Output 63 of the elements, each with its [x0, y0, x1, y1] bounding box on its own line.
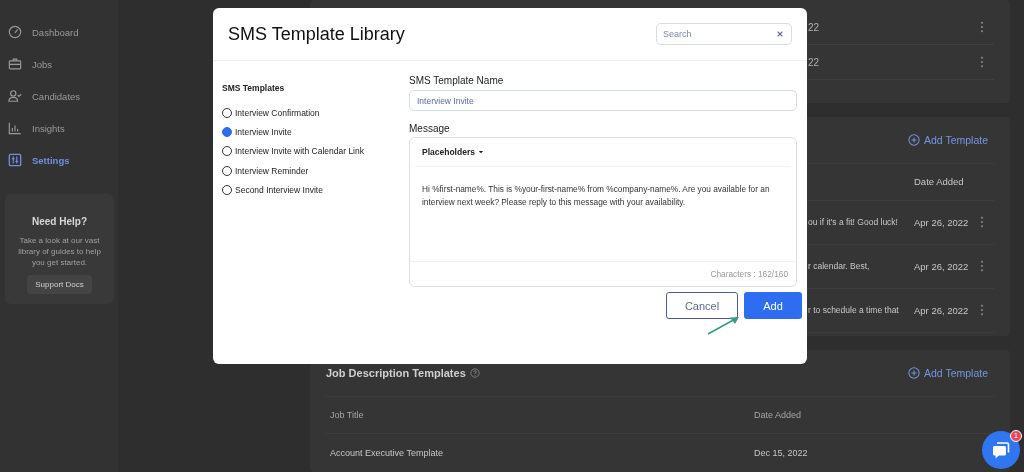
nav-item[interactable]: Jobs: [0, 48, 59, 80]
column-header: Date Added: [754, 410, 802, 420]
table-cell-text: Apr 26, 2022: [914, 260, 970, 272]
section-title: Job Description Templates: [326, 367, 466, 379]
option-label: Interview Confirmation: [235, 107, 320, 118]
nav-item[interactable]: Dashboard: [0, 16, 85, 48]
field-label: SMS Template Name: [409, 75, 505, 86]
column-header: Job Title: [330, 410, 364, 420]
chat-bubble-icon: [991, 440, 1011, 460]
add-template-button[interactable]: Add Template: [908, 367, 994, 379]
message-field[interactable]: Placeholders Hi %first-name%. This is %your-first-name% from %company-name%. Are you available for an interview next week? Please reply to this message with your availability. Characters : 162/160: [409, 137, 797, 287]
template-option[interactable]: Interview Reminder: [222, 160, 409, 181]
add-button[interactable]: Add: [744, 292, 802, 319]
more-icon[interactable]: [980, 304, 984, 317]
plus-circle-icon: [908, 133, 920, 146]
search-field[interactable]: Search: [656, 23, 792, 45]
table-cell-text: Apr 26, 2022: [914, 304, 970, 316]
table-cell: Dec 15, 2022: [754, 448, 808, 458]
template-option[interactable]: Interview Invite with Calendar Link: [222, 141, 409, 161]
name-input-field[interactable]: Interview Invite: [409, 90, 797, 111]
character-count: Characters : 162/160: [710, 269, 788, 279]
nav-item[interactable]: Settings: [0, 144, 76, 176]
nav-item[interactable]: Candidates: [0, 80, 87, 112]
table-cell: Account Executive Template: [330, 448, 443, 458]
option-label: Interview Reminder: [235, 165, 309, 176]
bar-chart-icon: [8, 121, 22, 135]
briefcase-icon: [8, 57, 22, 71]
column-header: Date Added: [914, 176, 965, 188]
field-label: Message: [409, 123, 451, 134]
table-cell-text: Apr 26, 2022: [914, 216, 970, 228]
radio-button[interactable]: [222, 126, 232, 137]
pointer-arrow: [706, 314, 742, 336]
user-check-icon: [8, 89, 22, 103]
help-title: Need Help?: [31, 216, 88, 227]
message-text: Hi %first-name%. This is %your-first-name% from %company-name%. Are you available for an interview next week? Please reply to this message with your availability.: [421, 183, 771, 209]
dialog-title: SMS Template Library: [228, 23, 405, 45]
more-icon[interactable]: [980, 21, 984, 33]
caret-icon: [477, 150, 484, 154]
more-icon[interactable]: [980, 216, 984, 229]
table-cell: r calendar. Best,: [808, 261, 870, 272]
gauge-icon: [8, 25, 22, 39]
list-title: SMS Templates: [222, 83, 286, 93]
support-docs-button[interactable]: Support Docs: [27, 275, 92, 294]
placeholders-dropdown[interactable]: Placeholders: [415, 147, 484, 157]
option-label: Interview Invite with Calendar Link: [235, 146, 364, 157]
plus-circle-icon: [908, 367, 920, 379]
nav-item[interactable]: Insights: [0, 112, 71, 144]
sliders-icon: [8, 153, 22, 167]
add-template-button[interactable]: Add Template: [908, 133, 994, 146]
template-option[interactable]: Second Interview Invite: [222, 180, 409, 200]
more-icon[interactable]: [980, 260, 984, 273]
cancel-button[interactable]: Cancel: [666, 292, 738, 319]
close-icon[interactable]: [776, 30, 784, 38]
option-label: Second Interview Invite: [235, 184, 323, 195]
template-option[interactable]: Interview Confirmation: [222, 103, 409, 123]
table-cell: ou if it's a fit! Good luck!: [808, 217, 898, 228]
table-cell: r to schedule a time that: [808, 305, 899, 316]
template-option[interactable]: Interview Invite: [222, 122, 409, 142]
option-label: Interview Invite: [235, 126, 292, 137]
more-icon[interactable]: [980, 56, 984, 68]
help-text: Take a look at our vast library of guides to help you get started.: [17, 235, 102, 268]
table-cell-text: 22: [808, 21, 821, 33]
table-cell-text: 22: [808, 56, 821, 68]
